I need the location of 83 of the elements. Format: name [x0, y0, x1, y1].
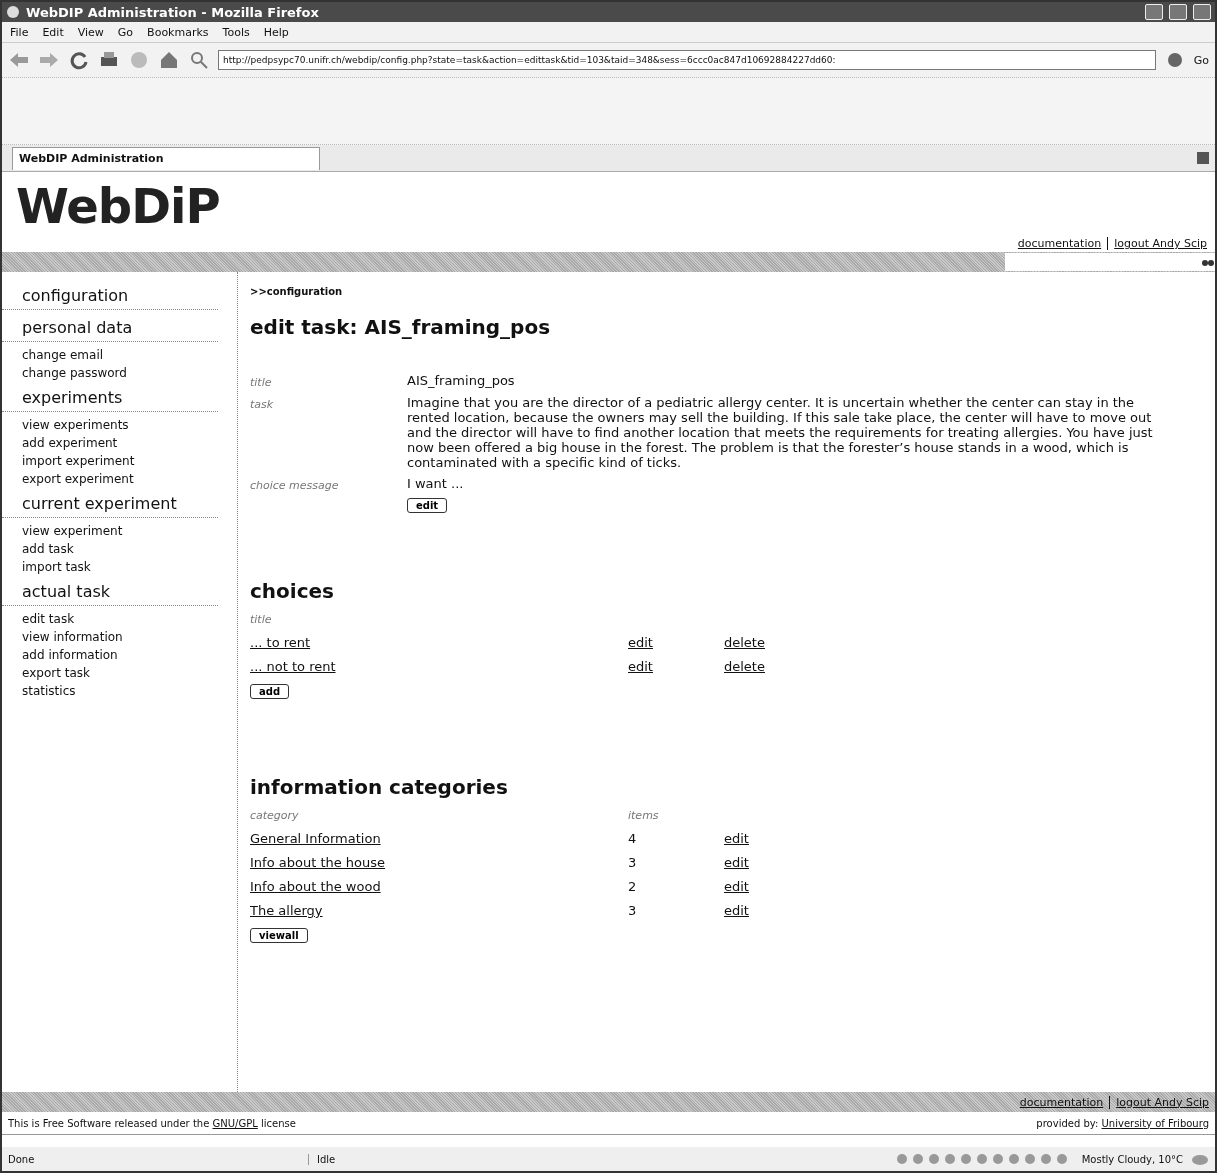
- column-header: items: [628, 809, 660, 822]
- field-label: choice message: [250, 478, 340, 492]
- edit-link[interactable]: edit: [628, 659, 653, 674]
- breadcrumb[interactable]: >>configuration: [250, 286, 1215, 297]
- item-count: 2: [628, 879, 638, 894]
- window-title: WebDIP Administration - Mozilla Firefox: [26, 4, 320, 20]
- item-count: 3: [628, 855, 638, 870]
- section-heading: information categories: [250, 775, 509, 799]
- section-heading: choices: [250, 579, 335, 603]
- sidebar-item[interactable]: add information: [22, 646, 237, 664]
- activity-text: Idle: [317, 1153, 337, 1165]
- sidebar-item[interactable]: view information: [22, 628, 237, 646]
- provider-text: provided by: University of Fribourg: [1036, 1117, 1209, 1129]
- field-value: I want ...: [407, 476, 465, 492]
- choice-link[interactable]: ... to rent: [250, 635, 628, 650]
- license-text: This is Free Software released under the GNU/GPL license: [8, 1117, 296, 1129]
- minimize-button[interactable]: [1145, 4, 1163, 20]
- menu-item[interactable]: View: [77, 25, 104, 39]
- view-all-button[interactable]: viewall: [250, 928, 308, 943]
- choice-link[interactable]: ... not to rent: [250, 659, 628, 674]
- column-header: category: [250, 809, 300, 822]
- delete-link[interactable]: delete: [724, 659, 765, 674]
- menu-item[interactable]: Help: [263, 25, 289, 39]
- category-link[interactable]: The allergy: [250, 903, 323, 918]
- reload-icon[interactable]: [68, 49, 90, 71]
- edit-button[interactable]: edit: [407, 498, 448, 513]
- sidebar-item[interactable]: export task: [22, 664, 237, 682]
- page-title: edit task: AIS_framing_pos: [250, 315, 552, 339]
- category-link[interactable]: Info about the wood: [250, 879, 381, 894]
- license-link[interactable]: GNU/GPL: [212, 1117, 258, 1129]
- delete-link[interactable]: delete: [724, 635, 765, 650]
- edit-link[interactable]: edit: [724, 831, 749, 846]
- provider-link[interactable]: University of Fribourg: [1101, 1117, 1209, 1129]
- sidebar-heading: current experiment: [2, 490, 218, 518]
- sidebar-item[interactable]: import experiment: [22, 452, 237, 470]
- edit-link[interactable]: edit: [724, 855, 749, 870]
- sidebar-item[interactable]: add experiment: [22, 434, 237, 452]
- column-header: title: [250, 613, 273, 626]
- menu-item[interactable]: Tools: [222, 25, 250, 39]
- sidebar-item[interactable]: edit task: [22, 610, 237, 628]
- menu-item[interactable]: Bookmarks: [147, 25, 209, 39]
- footer-link[interactable]: documentation: [1019, 1095, 1104, 1109]
- home-icon[interactable]: [158, 49, 180, 71]
- edit-link[interactable]: edit: [724, 903, 749, 918]
- close-button[interactable]: [1193, 4, 1211, 20]
- cloud-icon: [1191, 1152, 1209, 1166]
- category-link[interactable]: Info about the house: [250, 855, 386, 870]
- sidebar-item[interactable]: import task: [22, 558, 237, 576]
- status-text: Done: [8, 1153, 309, 1165]
- sidebar-item[interactable]: add task: [22, 540, 237, 558]
- sidebar-heading: configuration: [2, 282, 218, 310]
- browser-tab[interactable]: WebDIP Administration: [12, 146, 320, 170]
- weather-text: Mostly Cloudy, 10°C: [1081, 1153, 1183, 1165]
- sidebar-heading: personal data: [2, 314, 218, 342]
- item-count: 4: [628, 831, 638, 846]
- menu-item[interactable]: File: [10, 25, 29, 39]
- field-label: task: [250, 397, 275, 413]
- go-button[interactable]: Go: [1193, 53, 1209, 67]
- menu-item[interactable]: Go: [117, 25, 134, 39]
- sidebar-item[interactable]: view experiment: [22, 522, 237, 540]
- menu-item[interactable]: Edit: [42, 25, 64, 39]
- edit-link[interactable]: edit: [724, 879, 749, 894]
- logo: WebDiP: [16, 178, 220, 234]
- sidebar-item[interactable]: statistics: [22, 682, 237, 700]
- sidebar-heading: experiments: [2, 384, 218, 412]
- sidebar-item[interactable]: change email: [22, 346, 237, 364]
- add-button[interactable]: add: [250, 684, 290, 699]
- address-field[interactable]: http://pedpsypc70.unifr.ch/webdip/config.php?state=task&action=edittask&tid=103&taid=348&sess=6ccc0ac847d10692884227dd60:: [218, 50, 1156, 70]
- sidebar-heading: actual task: [2, 578, 218, 606]
- sidebar-item[interactable]: view experiments: [22, 416, 237, 434]
- edit-link[interactable]: edit: [628, 635, 653, 650]
- field-value: AIS_framing_pos: [407, 373, 516, 389]
- maximize-button[interactable]: [1169, 4, 1187, 20]
- header-link[interactable]: documentation: [1017, 237, 1102, 250]
- field-value: Imagine that you are the director of a pediatric allergy center. It is uncertain whether the center can stay in the rented location, because the owners may sell the building. If this sale take place, the center will have to move out and the director will have to find another location that meets the requirements for treating allergies. You have just now been offered a big house in the forest. The problem is that the forester’s house stands in a wood, which is contaminated with a specific kind of ticks.: [407, 395, 1154, 470]
- search-field[interactable]: [1005, 253, 1215, 271]
- category-link[interactable]: General Information: [250, 831, 381, 846]
- field-label: title: [250, 375, 273, 389]
- header-link[interactable]: logout Andy Scip: [1107, 237, 1207, 250]
- footer-link[interactable]: logout Andy Scip: [1109, 1095, 1209, 1109]
- item-count: 3: [628, 903, 638, 918]
- sidebar-item[interactable]: export experiment: [22, 470, 237, 488]
- sidebar-item[interactable]: change password: [22, 364, 237, 382]
